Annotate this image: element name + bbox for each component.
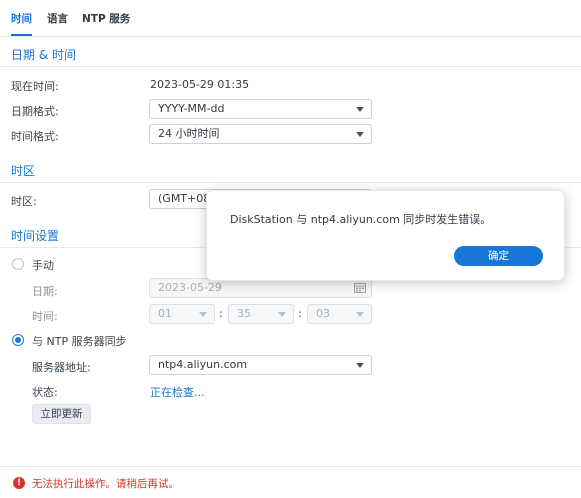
- second-value: 03: [316, 307, 330, 320]
- time-label: 时间:: [32, 310, 58, 323]
- dialog-message: DiskStation 与 ntp4.aliyun.com 同步时发生错误。: [230, 213, 492, 226]
- tab-ntp-service[interactable]: NTP 服务: [82, 11, 130, 36]
- date-value: 2023-05-29: [158, 281, 222, 294]
- error-message: 无法执行此操作。请稍后再试。: [32, 478, 179, 490]
- section-title-datetime: 日期 & 时间: [11, 48, 76, 62]
- current-time-value: 2023-05-29 01:35: [150, 78, 250, 91]
- second-select[interactable]: 03: [307, 304, 372, 324]
- server-address-combo[interactable]: ntp4.aliyun.com: [149, 355, 372, 375]
- ntp-sync-label[interactable]: 与 NTP 服务器同步: [32, 333, 127, 349]
- manual-radio[interactable]: [12, 258, 24, 270]
- time-format-value: 24 小时时间: [158, 127, 220, 140]
- chevron-down-icon: [356, 132, 364, 137]
- chevron-down-icon: [356, 363, 364, 368]
- date-format-select[interactable]: YYYY-MM-dd: [149, 99, 372, 119]
- timezone-label: 时区:: [11, 195, 37, 208]
- calendar-icon: [354, 283, 366, 293]
- current-time-label: 现在时间:: [11, 80, 59, 93]
- minute-select[interactable]: 35: [228, 304, 294, 324]
- section-title-timezone: 时区: [11, 164, 36, 178]
- section-divider: [0, 66, 581, 67]
- server-address-label: 服务器地址:: [32, 361, 91, 374]
- time-separator: :: [298, 307, 302, 320]
- chevron-down-icon: [278, 312, 286, 317]
- time-format-label: 时间格式:: [11, 130, 59, 143]
- date-format-label: 日期格式:: [11, 105, 59, 118]
- update-now-button[interactable]: 立即更新: [32, 404, 91, 424]
- section-title-time-settings: 时间设置: [11, 229, 60, 243]
- footer-divider: [0, 466, 581, 467]
- hour-value: 01: [158, 307, 172, 320]
- section-divider: [0, 182, 581, 183]
- tab-time[interactable]: 时间: [11, 11, 32, 36]
- status-value-link[interactable]: 正在检查...: [150, 384, 205, 400]
- date-field[interactable]: 2023-05-29: [149, 278, 372, 298]
- tab-language[interactable]: 语言: [47, 11, 68, 36]
- chevron-down-icon: [356, 312, 364, 317]
- minute-value: 35: [237, 307, 251, 320]
- server-address-value: ntp4.aliyun.com: [158, 358, 248, 371]
- time-format-select[interactable]: 24 小时时间: [149, 124, 372, 144]
- hour-select[interactable]: 01: [149, 304, 215, 324]
- error-dialog: DiskStation 与 ntp4.aliyun.com 同步时发生错误。 确…: [206, 190, 565, 281]
- ok-button[interactable]: 确定: [454, 246, 543, 266]
- date-label: 日期:: [32, 285, 58, 298]
- time-separator: :: [219, 307, 223, 320]
- chevron-down-icon: [199, 312, 207, 317]
- status-label: 状态:: [32, 386, 58, 399]
- manual-label[interactable]: 手动: [32, 257, 54, 273]
- date-format-value: YYYY-MM-dd: [158, 102, 225, 115]
- chevron-down-icon: [356, 107, 364, 112]
- ntp-sync-radio[interactable]: [12, 334, 24, 346]
- error-icon: !: [13, 477, 25, 489]
